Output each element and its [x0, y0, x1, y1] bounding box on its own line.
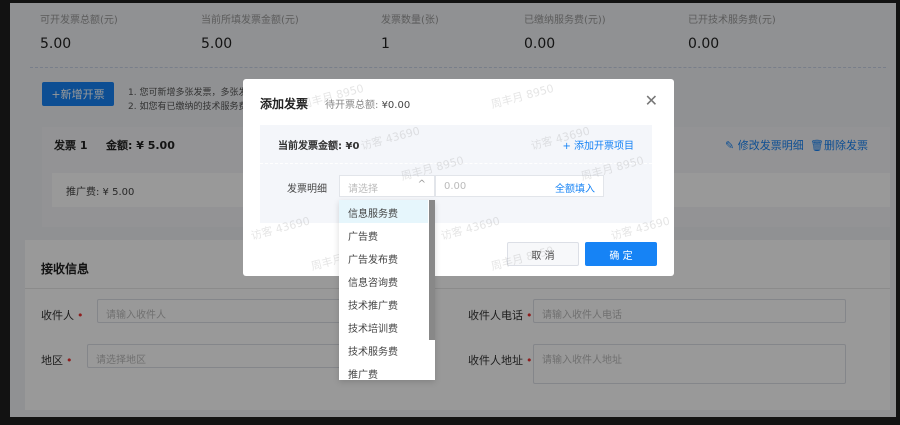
divider	[260, 163, 652, 164]
cancel-button[interactable]: 取 消	[507, 242, 579, 266]
dropdown-scrollbar[interactable]	[429, 200, 435, 340]
dropdown-option[interactable]: 技术培训费	[339, 315, 428, 338]
dropdown-option[interactable]: 信息服务费	[339, 200, 428, 223]
dropdown-option[interactable]: 广告发布费	[339, 246, 428, 269]
chevron-up-icon: ^	[417, 179, 426, 190]
dropdown-option[interactable]: 信息咨询费	[339, 269, 428, 292]
dropdown-option[interactable]: 推广费	[339, 361, 428, 380]
close-icon[interactable]: ✕	[645, 91, 658, 110]
dropdown-option[interactable]: 技术服务费	[339, 338, 428, 361]
fill-all-button[interactable]: 全额填入	[555, 180, 595, 195]
dropdown-option[interactable]: 技术推广费	[339, 292, 428, 315]
item-type-dropdown: 信息服务费 广告费 广告发布费 信息咨询费 技术推广费 技术培训费 技术服务费 …	[339, 200, 435, 380]
pending-total: 待开票总额: ¥0.00	[325, 100, 411, 111]
item-type-select[interactable]: 请选择 ^	[339, 175, 435, 197]
detail-label: 发票明细	[287, 184, 327, 195]
dialog-title: 添加发票	[260, 97, 309, 111]
add-invoice-dialog: 添加发票 待开票总额: ¥0.00 ✕ 当前发票金额: ¥0 + 添加开票项目 …	[243, 79, 674, 276]
current-amount: 当前发票金额: ¥0	[278, 141, 360, 152]
amount-input[interactable]: 0.00 全额填入	[435, 175, 604, 197]
invoice-item-panel: 当前发票金额: ¥0 + 添加开票项目 发票明细 请选择 ^ 0.00 全额填入	[260, 125, 652, 223]
confirm-button[interactable]: 确 定	[585, 242, 657, 266]
dropdown-option[interactable]: 广告费	[339, 223, 428, 246]
add-item-button[interactable]: + 添加开票项目	[562, 137, 634, 152]
